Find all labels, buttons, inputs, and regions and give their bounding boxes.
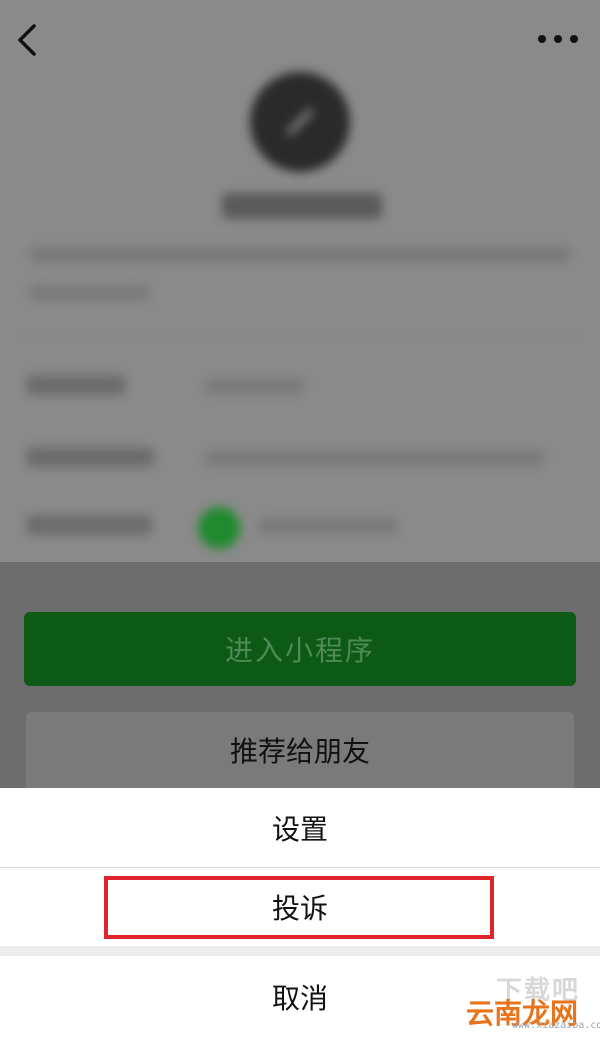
avatar [250, 72, 350, 172]
app-name-placeholder [222, 193, 382, 219]
description-placeholder [30, 247, 570, 263]
chevron-left-icon[interactable] [14, 20, 44, 60]
recommend-to-friend-button: 推荐给朋友 [26, 712, 574, 788]
info-label-placeholder [26, 375, 126, 395]
enter-miniprogram-button: 进入小程序 [24, 612, 576, 686]
description-placeholder [30, 285, 150, 301]
watermark: 下载吧 云南龙网 www.xiazaiba.com [466, 972, 600, 1032]
more-horizontal-icon[interactable] [536, 30, 580, 48]
sheet-item-settings[interactable]: 设置 [0, 788, 600, 867]
link-icon [287, 109, 313, 135]
watermark-url: www.xiazaiba.com [512, 1020, 600, 1031]
info-value-placeholder [205, 378, 305, 394]
divider [22, 336, 578, 337]
highlight-box [104, 876, 494, 939]
sheet-gap [0, 946, 600, 956]
info-value-placeholder [258, 518, 398, 534]
info-value-placeholder [205, 450, 545, 466]
service-icon [198, 507, 240, 549]
info-label-placeholder [26, 515, 152, 535]
top-bar [0, 0, 600, 80]
info-label-placeholder [26, 447, 154, 467]
